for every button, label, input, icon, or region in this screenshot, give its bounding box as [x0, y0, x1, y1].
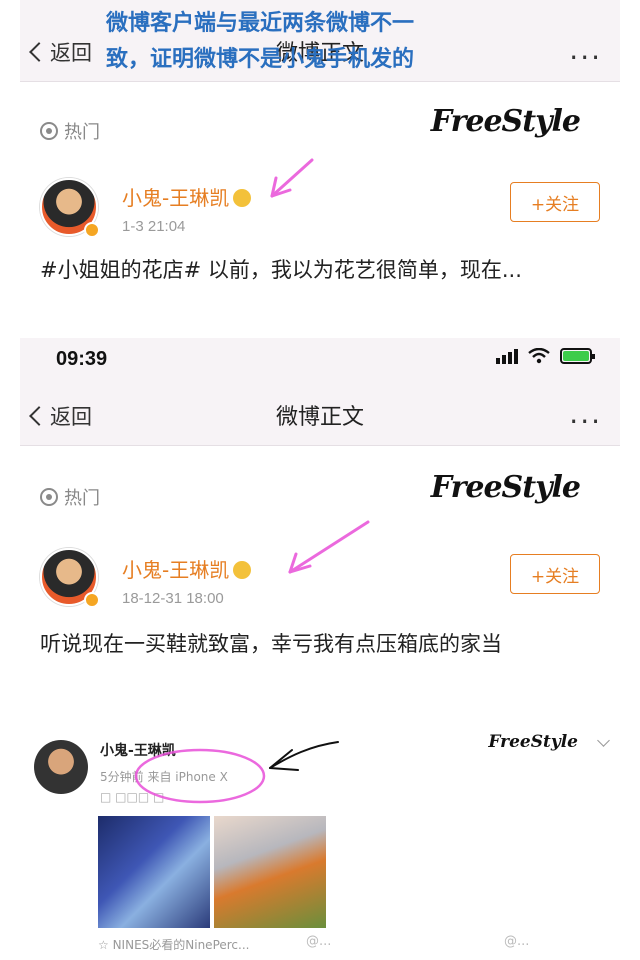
- emoji-badge-icon: [233, 561, 252, 579]
- post-image-2[interactable]: [214, 816, 326, 928]
- freestyle-watermark: FreeStyle: [488, 732, 578, 752]
- page-title: 微博正文: [275, 405, 364, 430]
- overlay-line-1: 微博客户端与最近两条微博不一: [106, 11, 415, 36]
- hot-label: 热门: [64, 122, 100, 143]
- post-text: #小姐姐的花店# 以前，我以为花艺很简单，现在...: [40, 258, 522, 282]
- overlay-caption: 微博客户端与最近两条微博不一 致，证明微博不是小鬼手机发的: [106, 6, 506, 78]
- battery-icon: [560, 348, 595, 364]
- wifi-icon: [528, 348, 550, 364]
- avatar[interactable]: [34, 740, 88, 794]
- bottom-screenshot: 小鬼-王琳凯 5分钟前 来自 iPhone X □ □□□ □ FreeStyl…: [0, 710, 640, 960]
- location-pin-icon: [40, 488, 58, 506]
- username[interactable]: 小鬼-王琳凯: [100, 740, 176, 760]
- follow-button[interactable]: +关注: [510, 182, 600, 222]
- status-icons: [496, 348, 595, 364]
- post-card: 小鬼-王琳凯 18-12-31 18:00 +关注 听说现在一买鞋就致富，幸亏我…: [20, 534, 620, 670]
- overlay-line-2: 致，证明微博不是小鬼手机发的: [106, 47, 415, 72]
- hot-row: 热门 FreeStyle: [20, 468, 620, 526]
- post-time: 1-3 21:04: [122, 218, 186, 235]
- status-time: 09:39: [56, 348, 108, 370]
- post-source[interactable]: ☆ NINES必看的NinePerc...: [98, 936, 249, 953]
- post-card: 小鬼-王琳凯 1-3 21:04 +关注 #小姐姐的花店# 以前，我以为花艺很简…: [20, 166, 620, 300]
- hot-tag[interactable]: 热门: [40, 484, 100, 510]
- freestyle-watermark: FreeStyle: [430, 470, 581, 505]
- location-pin-icon: [40, 122, 58, 140]
- verified-badge-icon: [84, 592, 100, 608]
- hot-label: 热门: [64, 488, 100, 509]
- caption-placeholder: □ □□□ □: [100, 790, 165, 804]
- post-meta: 5分钟前 来自 iPhone X: [100, 770, 228, 784]
- username[interactable]: 小鬼-王琳凯: [122, 554, 252, 583]
- middle-screenshot: 09:39 返回 微博正文 ··· 热门 FreeStyle 小鬼-王琳凯 18…: [20, 338, 620, 670]
- watermark-right: @...: [504, 934, 530, 949]
- nav-bar: 返回 微博正文 ···: [20, 378, 620, 446]
- hot-tag[interactable]: 热门: [40, 118, 100, 144]
- more-button[interactable]: ···: [569, 408, 602, 436]
- follow-button[interactable]: +关注: [510, 554, 600, 594]
- watermark-left: @...: [306, 934, 332, 949]
- hot-row: 热门 FreeStyle: [20, 102, 620, 160]
- signal-icon: [496, 348, 518, 364]
- post-image-1[interactable]: [98, 816, 210, 928]
- freestyle-watermark: FreeStyle: [430, 104, 581, 139]
- post-text: 听说现在一买鞋就致富，幸亏我有点压箱底的家当: [40, 632, 502, 656]
- emoji-badge-icon: [233, 189, 252, 207]
- verified-badge-icon: [84, 222, 100, 238]
- post-time: 18-12-31 18:00: [122, 590, 224, 607]
- username[interactable]: 小鬼-王琳凯: [122, 182, 252, 211]
- username-text: 小鬼-王琳凯: [122, 186, 230, 210]
- chevron-down-icon[interactable]: [597, 734, 610, 747]
- status-bar: 09:39: [20, 338, 620, 378]
- more-button[interactable]: ···: [569, 44, 602, 72]
- username-text: 小鬼-王琳凯: [122, 558, 230, 582]
